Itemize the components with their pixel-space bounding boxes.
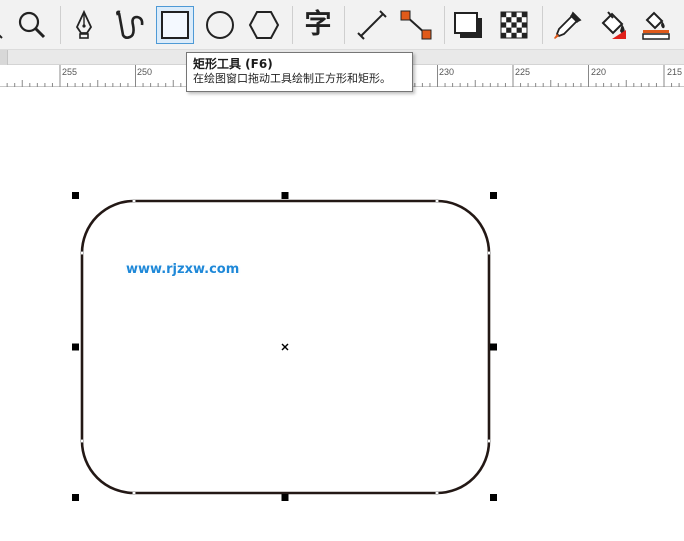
fill-bucket-icon <box>601 11 626 39</box>
handle-bottom-center <box>281 494 289 501</box>
magnifier-icon <box>18 11 46 39</box>
toolbox: 字 <box>0 0 684 50</box>
handle-top-left <box>72 192 79 199</box>
ruler-label: 215 <box>667 67 683 77</box>
handle-top-center <box>281 192 289 199</box>
connector-tool[interactable] <box>398 6 434 44</box>
rectangle-tool-tooltip: 矩形工具 (F6) 在绘图窗口拖动工具绘制正方形和矩形。 <box>186 52 413 92</box>
checkerboard-icon <box>500 11 528 39</box>
tooltip-description: 在绘图窗口拖动工具绘制正方形和矩形。 <box>193 72 391 85</box>
center-marker[interactable] <box>281 343 289 351</box>
drop-shadow-tool[interactable] <box>450 6 486 44</box>
ruler-label: 225 <box>515 67 531 77</box>
app-window: 字 255 250 230 225 220 215 www.rjzxw.com … <box>0 0 684 541</box>
polygon-tool[interactable] <box>246 6 282 44</box>
toolbar-separator <box>542 6 543 44</box>
handle-middle-right <box>490 343 497 351</box>
ruler-corner <box>0 50 8 65</box>
transparency-tool[interactable] <box>496 6 532 44</box>
text-tool[interactable]: 字 <box>300 6 336 44</box>
handle-top-right <box>490 192 497 199</box>
ellipse-icon <box>206 11 234 39</box>
hook-curve-icon <box>116 10 144 39</box>
ruler-label: 230 <box>439 67 455 77</box>
pick-tool-partial[interactable] <box>0 6 6 44</box>
ruler-label: 220 <box>591 67 607 77</box>
zoom-tool[interactable] <box>14 6 50 44</box>
ruler-label: 250 <box>137 67 153 77</box>
interactive-fill-tool[interactable] <box>594 6 630 44</box>
canvas-drawing <box>72 192 497 501</box>
dimension-line-icon <box>357 10 387 40</box>
pen-nib-icon <box>75 9 93 39</box>
dimension-tool[interactable] <box>354 6 390 44</box>
smart-fill-icon <box>642 11 670 40</box>
handle-middle-left <box>72 343 79 351</box>
ellipse-tool[interactable] <box>202 6 238 44</box>
eyedropper-tool[interactable] <box>550 6 586 44</box>
handle-bottom-left <box>72 494 79 501</box>
eyedropper-icon <box>554 11 582 39</box>
connector-line-icon <box>400 10 432 40</box>
toolbar-separator <box>444 6 445 44</box>
ruler-label: 255 <box>62 67 78 77</box>
artistic-media-tool[interactable] <box>112 6 148 44</box>
drop-shadow-icon <box>454 12 482 38</box>
toolbar-separator <box>344 6 345 44</box>
smart-fill-tool[interactable] <box>638 6 674 44</box>
text-glyph-icon: 字 <box>304 9 332 40</box>
rectangle-icon <box>161 11 189 39</box>
handle-bottom-right <box>490 494 497 501</box>
tooltip-title: 矩形工具 (F6) <box>193 57 273 71</box>
toolbar-separator <box>60 6 61 44</box>
drawing-canvas[interactable]: www.rjzxw.com <box>0 87 684 541</box>
rectangle-tool[interactable] <box>156 6 194 44</box>
toolbar-separator <box>292 6 293 44</box>
freehand-tool[interactable] <box>66 6 102 44</box>
hexagon-icon <box>248 11 280 39</box>
watermark-text: www.rjzxw.com <box>126 262 240 277</box>
